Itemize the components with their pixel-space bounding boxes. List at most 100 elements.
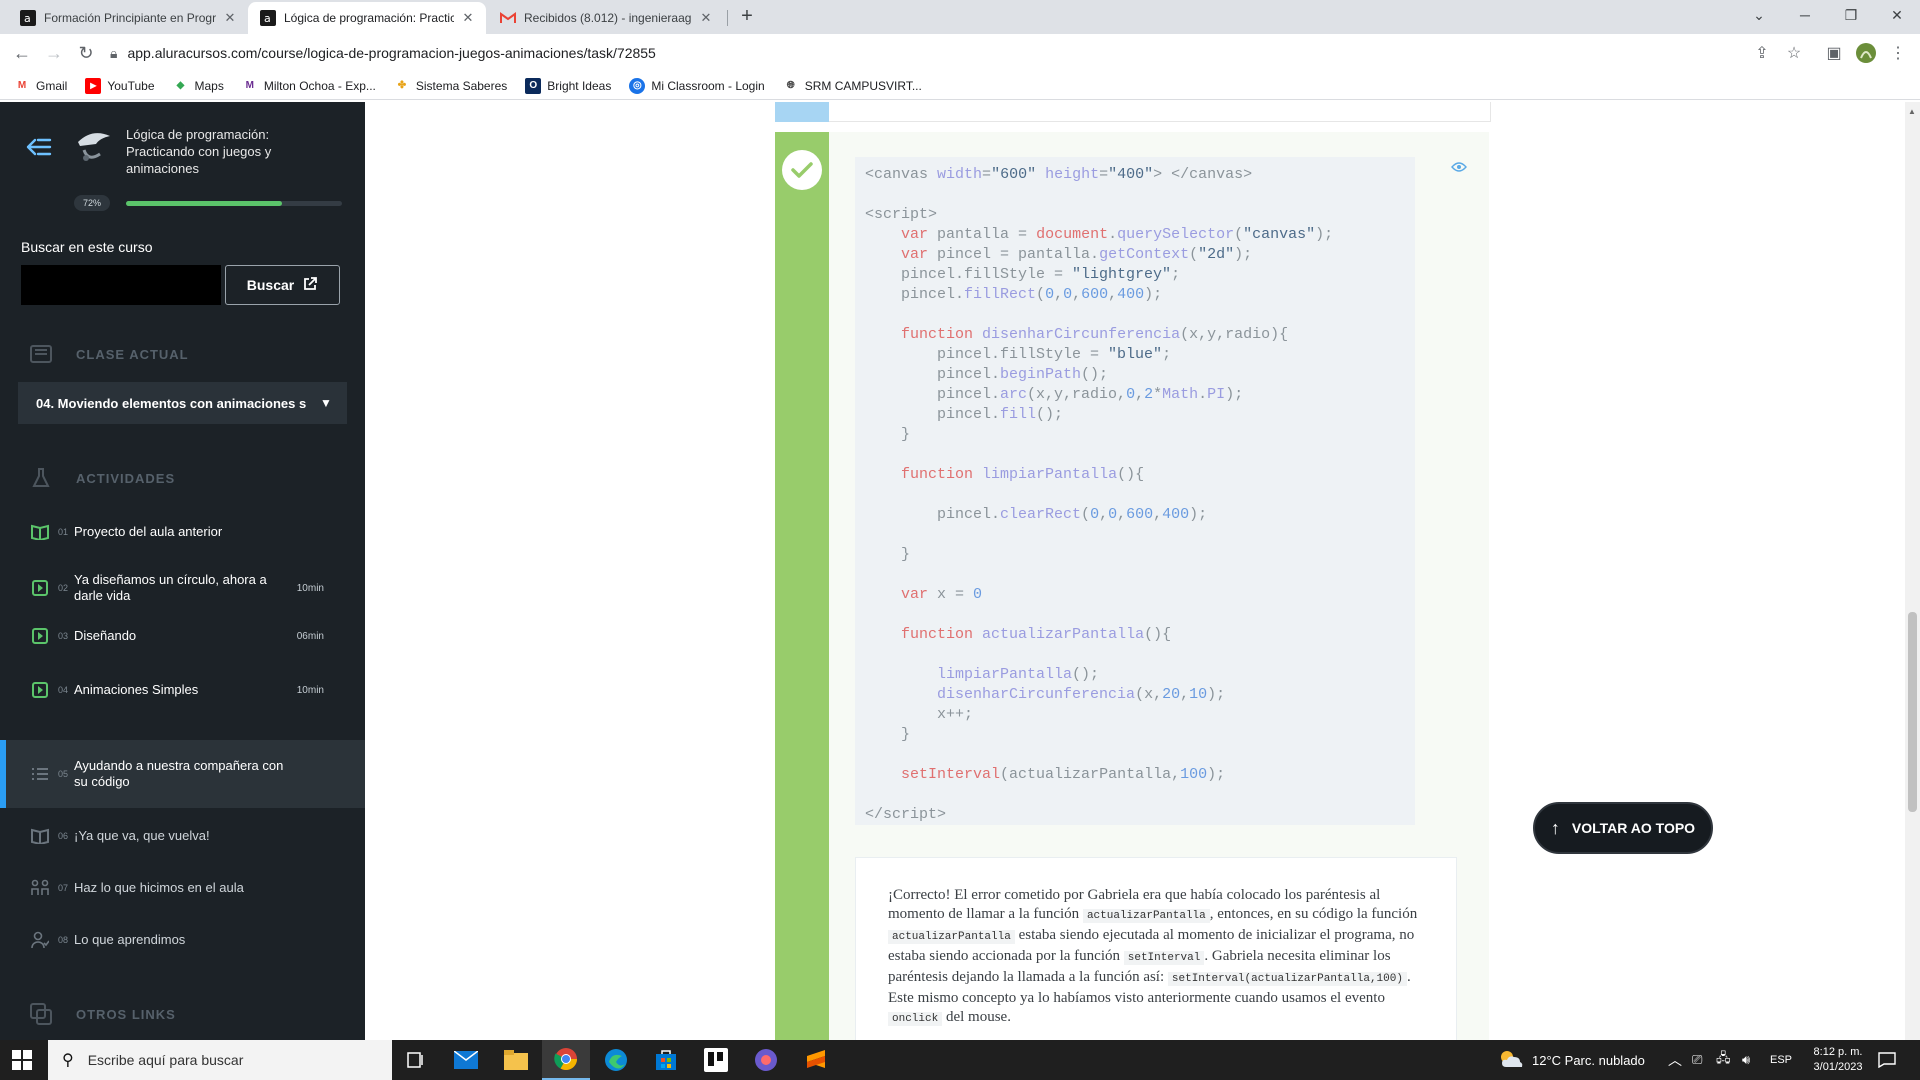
browser-tab-3[interactable]: Recibidos (8.012) - ingenieraagric ✕ (488, 2, 724, 34)
sistema-saberes-icon: ✤ (397, 80, 407, 91)
book-icon (30, 343, 52, 365)
browser-tab-1[interactable]: a Formación Principiante en Progra ✕ (8, 2, 248, 34)
side-panel-icon[interactable]: ▣ (1822, 41, 1846, 65)
explanation-box: ¡Correcto! El error cometido por Gabriel… (855, 857, 1457, 1040)
activity-item-02[interactable]: 02 Ya diseñamos un círculo, ahora a darl… (0, 568, 365, 608)
course-search-input[interactable] (21, 265, 221, 305)
file-explorer-icon[interactable] (492, 1040, 540, 1080)
bookmark-bright-ideas[interactable]: O Bright Ideas (525, 77, 611, 94)
bookmark-star-icon[interactable]: ☆ (1782, 41, 1806, 65)
correct-answer-strip (775, 132, 829, 1040)
windows-taskbar: ⚲ Escribe aquí para buscar 12°C Parc. nu… (0, 1040, 1920, 1080)
close-tab-icon[interactable]: ✕ (698, 10, 714, 26)
check-icon (782, 150, 822, 190)
edge-app-icon[interactable] (592, 1040, 640, 1080)
back-to-top-button[interactable]: ↑ VOLTAR AO TOPO (1533, 802, 1713, 854)
video-play-icon (30, 578, 50, 598)
browser-tab-strip: a Formación Principiante en Progra ✕ a L… (0, 0, 1920, 34)
share-icon[interactable]: ⇪ (1750, 41, 1774, 65)
task-view-icon[interactable] (392, 1040, 440, 1080)
activity-item-03[interactable]: 03 Diseñando 06min (0, 624, 365, 648)
close-tab-icon[interactable]: ✕ (460, 10, 476, 26)
sublime-text-icon[interactable] (792, 1040, 840, 1080)
bookmark-gmail[interactable]: M Gmail (14, 78, 68, 94)
bookmark-srm-campus[interactable]: 🌐︎ SRM CAMPUSVIRT... (783, 78, 922, 94)
photo-app-icon[interactable] (742, 1040, 790, 1080)
activity-item-06[interactable]: 06 ¡Ya que va, que vuelva! (0, 824, 365, 848)
collapse-sidebar-icon[interactable] (26, 136, 54, 164)
mail-app-icon[interactable] (442, 1040, 490, 1080)
browser-tab-2[interactable]: a Lógica de programación: Practica ✕ (248, 2, 486, 34)
network-icon[interactable]: 🖧︎ (1716, 1040, 1731, 1080)
back-arrow-icon[interactable]: ← (10, 41, 34, 65)
bookmark-milton-ochoa[interactable]: M Milton Ochoa - Exp... (242, 78, 376, 94)
weather-widget[interactable]: 12°C Parc. nublado (1498, 1040, 1645, 1080)
user-learned-icon (30, 930, 50, 950)
classroom-icon: ◎ (629, 77, 646, 94)
course-sidebar: Lógica de programación: Practicando con … (0, 102, 365, 1040)
bookmark-youtube[interactable]: ▶ YouTube (85, 77, 155, 94)
taskbar-search-box[interactable]: ⚲ Escribe aquí para buscar (48, 1040, 392, 1080)
video-play-icon (30, 680, 50, 700)
chrome-app-icon[interactable] (542, 1040, 590, 1080)
browser-toolbar: ← → ↻ 🔒︎ app.aluracursos.com/course/logi… (0, 34, 1920, 72)
scroll-up-arrow-icon[interactable]: ▲ (1908, 107, 1916, 116)
windows-start-icon[interactable] (12, 1050, 34, 1072)
tab-title: Formación Principiante en Progra (44, 11, 216, 25)
close-tab-icon[interactable]: ✕ (222, 10, 238, 26)
notifications-icon[interactable] (1878, 1040, 1896, 1080)
bookmark-mi-classroom[interactable]: ◎ Mi Classroom - Login (629, 77, 765, 94)
gmail-icon: M (17, 80, 27, 91)
search-label: Buscar en este curso (21, 239, 153, 255)
clock[interactable]: 8:12 p. m. 3/01/2023 (1808, 1040, 1868, 1080)
other-links-heading: OTROS LINKS (30, 1002, 176, 1026)
open-book-icon (30, 522, 50, 542)
store-app-icon[interactable] (642, 1040, 690, 1080)
course-title: Lógica de programación: Practicando con … (126, 127, 272, 176)
activity-item-07[interactable]: 07 Haz lo que hicimos en el aula (0, 876, 365, 900)
activity-item-04[interactable]: 04 Animaciones Simples 10min (0, 678, 365, 702)
restore-icon[interactable]: ❐ (1828, 0, 1874, 30)
search-button[interactable]: Buscar (225, 265, 340, 305)
tab-title: Lógica de programación: Practica (284, 11, 454, 25)
address-bar[interactable]: 🔒︎ app.aluracursos.com/course/logica-de-… (110, 37, 1810, 69)
profile-avatar[interactable] (1854, 41, 1878, 65)
scrollbar-thumb[interactable] (1908, 612, 1917, 812)
close-window-icon[interactable]: ✕ (1874, 0, 1920, 30)
course-logo-icon (72, 124, 116, 168)
tab-search-icon[interactable]: ⌄ (1736, 0, 1782, 30)
tab-separator (727, 10, 728, 26)
progress-bar (126, 201, 342, 206)
meet-now-icon[interactable]: ⎚ (1692, 1040, 1702, 1080)
activity-item-05[interactable]: 05 Ayudando a nuestra compañera con su c… (0, 740, 365, 808)
list-icon (30, 764, 50, 784)
eye-icon[interactable] (1451, 161, 1467, 177)
main-content: <canvas width="600" height="400"> </canv… (365, 102, 1920, 1040)
lock-icon: 🔒︎ (110, 44, 118, 61)
chevron-down-icon: ▼ (320, 396, 332, 410)
explanation-text: ¡Correcto! El error cometido por Gabriel… (888, 887, 1418, 1026)
page-scrollbar[interactable]: ▲ (1905, 102, 1920, 1040)
minimize-icon[interactable]: ─ (1782, 0, 1828, 30)
reload-icon[interactable]: ↻ (74, 41, 98, 65)
flask-icon (30, 467, 52, 489)
tray-chevron-icon[interactable]: ︿ (1668, 1040, 1682, 1080)
current-class-dropdown[interactable]: 04. Moviendo elementos con animaciones s… (18, 382, 347, 424)
course-header: Lógica de programación: Practicando con … (0, 102, 365, 224)
youtube-icon: ▶ (85, 77, 102, 94)
activity-item-08[interactable]: 08 Lo que aprendimos (0, 928, 365, 952)
new-tab-icon[interactable]: + (736, 6, 758, 28)
volume-icon[interactable]: 🔊︎ (1742, 1040, 1750, 1080)
bookmark-sistema-saberes[interactable]: ✤ Sistema Saberes (394, 78, 508, 94)
menu-kebab-icon[interactable]: ⋮ (1886, 41, 1910, 65)
activities-heading: ACTIVIDADES (30, 466, 175, 490)
bookmarks-bar: M Gmail ▶ YouTube ◆ Maps M Milton Ochoa - Ex… (0, 72, 1920, 100)
activity-item-01[interactable]: 01 Proyecto del aula anterior (0, 520, 365, 544)
search-icon: ⚲ (62, 1052, 74, 1069)
bookmark-maps[interactable]: ◆ Maps (173, 78, 224, 94)
open-book-icon (30, 826, 50, 846)
trello-app-icon[interactable] (692, 1040, 740, 1080)
forward-arrow-icon[interactable]: → (42, 41, 66, 65)
previous-option-strip (775, 102, 829, 122)
language-indicator[interactable]: ESP (1770, 1040, 1792, 1080)
